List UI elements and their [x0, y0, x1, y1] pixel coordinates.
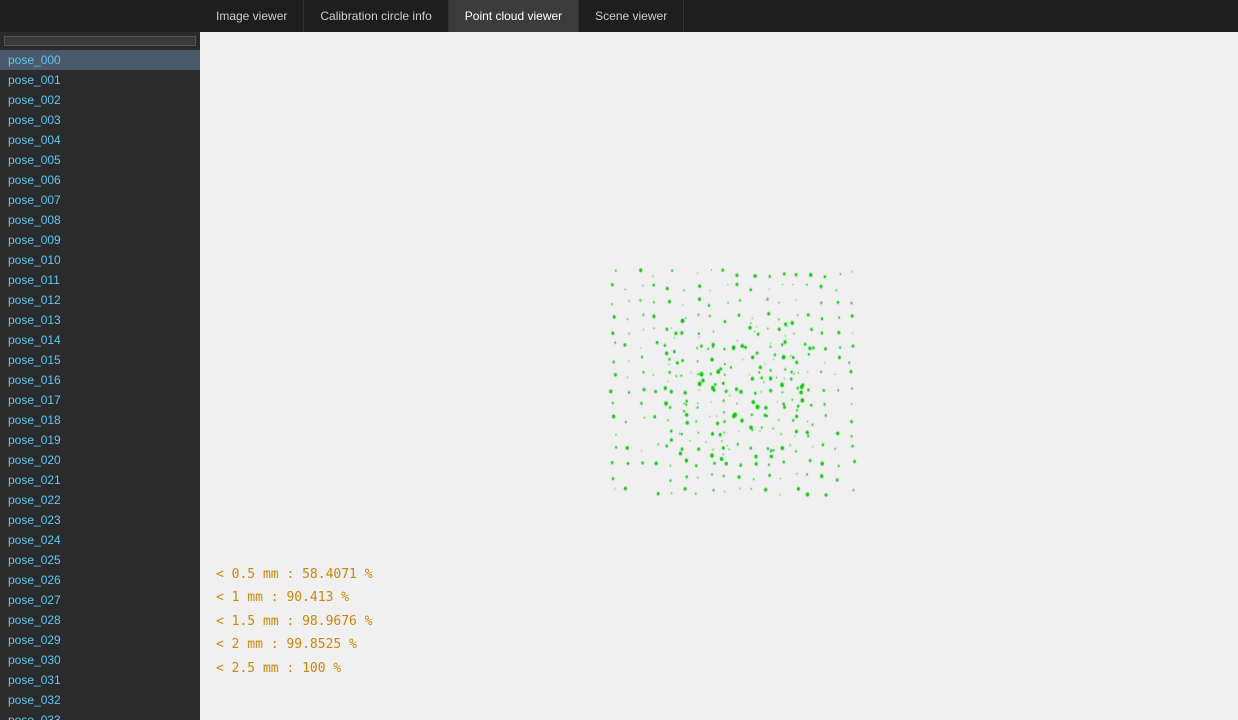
tab-scene-viewer[interactable]: Scene viewer	[579, 0, 684, 32]
pose-item-pose_000[interactable]: pose_000	[0, 50, 200, 70]
pose-item-pose_026[interactable]: pose_026	[0, 570, 200, 590]
pose-item-pose_012[interactable]: pose_012	[0, 290, 200, 310]
main-content: pose_000pose_001pose_002pose_003pose_004…	[0, 32, 1238, 720]
pose-item-pose_025[interactable]: pose_025	[0, 550, 200, 570]
content-pane: < 0.5 mm : 58.4071 %< 1 mm : 90.413 %< 1…	[200, 32, 1238, 720]
pose-item-pose_002[interactable]: pose_002	[0, 90, 200, 110]
tab-point-cloud-viewer[interactable]: Point cloud viewer	[449, 0, 579, 32]
pose-item-pose_024[interactable]: pose_024	[0, 530, 200, 550]
pose-item-pose_033[interactable]: pose_033	[0, 710, 200, 720]
pose-item-pose_028[interactable]: pose_028	[0, 610, 200, 630]
pose-item-pose_003[interactable]: pose_003	[0, 110, 200, 130]
pose-item-pose_020[interactable]: pose_020	[0, 450, 200, 470]
pose-item-pose_030[interactable]: pose_030	[0, 650, 200, 670]
stat-line: < 2.5 mm : 100 %	[216, 657, 373, 680]
tab-image-viewer[interactable]: Image viewer	[200, 0, 304, 32]
pose-item-pose_015[interactable]: pose_015	[0, 350, 200, 370]
pose-item-pose_007[interactable]: pose_007	[0, 190, 200, 210]
stat-line: < 0.5 mm : 58.4071 %	[216, 563, 373, 586]
pose-item-pose_016[interactable]: pose_016	[0, 370, 200, 390]
pose-item-pose_014[interactable]: pose_014	[0, 330, 200, 350]
pose-item-pose_021[interactable]: pose_021	[0, 470, 200, 490]
pose-item-pose_005[interactable]: pose_005	[0, 150, 200, 170]
pose-item-pose_001[interactable]: pose_001	[0, 70, 200, 90]
pose-item-pose_010[interactable]: pose_010	[0, 250, 200, 270]
pose-item-pose_023[interactable]: pose_023	[0, 510, 200, 530]
pose-item-pose_019[interactable]: pose_019	[0, 430, 200, 450]
pose-item-pose_032[interactable]: pose_032	[0, 690, 200, 710]
header: Image viewerCalibration circle infoPoint…	[0, 0, 1238, 32]
pose-item-pose_027[interactable]: pose_027	[0, 590, 200, 610]
stats-overlay: < 0.5 mm : 58.4071 %< 1 mm : 90.413 %< 1…	[216, 563, 373, 680]
tab-calibration-circle-info[interactable]: Calibration circle info	[304, 0, 448, 32]
device-label	[4, 36, 196, 46]
pose-item-pose_018[interactable]: pose_018	[0, 410, 200, 430]
pose-item-pose_008[interactable]: pose_008	[0, 210, 200, 230]
sidebar: pose_000pose_001pose_002pose_003pose_004…	[0, 32, 200, 720]
pose-item-pose_013[interactable]: pose_013	[0, 310, 200, 330]
pose-item-pose_029[interactable]: pose_029	[0, 630, 200, 650]
pose-item-pose_011[interactable]: pose_011	[0, 270, 200, 290]
pose-item-pose_006[interactable]: pose_006	[0, 170, 200, 190]
tab-bar: Image viewerCalibration circle infoPoint…	[200, 0, 684, 32]
stat-line: < 1 mm : 90.413 %	[216, 586, 373, 609]
pose-item-pose_022[interactable]: pose_022	[0, 490, 200, 510]
pose-item-pose_031[interactable]: pose_031	[0, 670, 200, 690]
pose-list[interactable]: pose_000pose_001pose_002pose_003pose_004…	[0, 50, 200, 720]
stat-line: < 1.5 mm : 98.9676 %	[216, 610, 373, 633]
stat-line: < 2 mm : 99.8525 %	[216, 633, 373, 656]
pose-item-pose_017[interactable]: pose_017	[0, 390, 200, 410]
pose-item-pose_004[interactable]: pose_004	[0, 130, 200, 150]
pose-item-pose_009[interactable]: pose_009	[0, 230, 200, 250]
